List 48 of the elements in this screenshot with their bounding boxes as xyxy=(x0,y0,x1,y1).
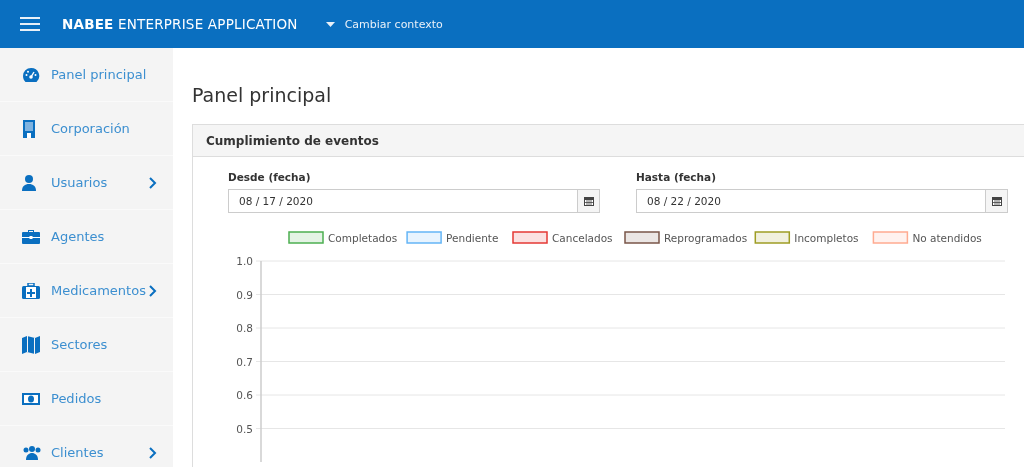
gauge-icon xyxy=(22,66,40,83)
sidebar-item[interactable]: Panel principal xyxy=(0,48,173,102)
banknote-icon xyxy=(22,392,40,405)
axis-tick-label: 0.9 xyxy=(236,288,253,301)
legend-label: No atendidos xyxy=(912,231,982,244)
axis-tick-label: 0.6 xyxy=(236,389,253,401)
map-icon xyxy=(22,335,40,354)
calendar-button[interactable] xyxy=(985,190,1007,212)
legend-label: Pendiente xyxy=(446,231,499,244)
sidebar-item[interactable]: Clientes xyxy=(0,426,173,467)
legend-label: Reprogramados xyxy=(664,231,748,244)
caret-icon xyxy=(325,21,335,27)
sidebar-item[interactable]: Agentes xyxy=(0,210,173,264)
legend-item[interactable]: Cancelados xyxy=(512,231,613,244)
sidebar-item[interactable]: Pedidos xyxy=(0,372,173,426)
axis-tick-label: 0.5 xyxy=(236,422,253,435)
legend-item[interactable]: Reprogramados xyxy=(624,231,748,244)
user-icon xyxy=(22,174,36,191)
axis-tick-label: 0.7 xyxy=(236,355,253,368)
legend-item[interactable]: Completados xyxy=(288,231,398,244)
legend-item[interactable]: No atendidos xyxy=(872,231,982,244)
page-title: Panel principal xyxy=(192,84,333,108)
briefcase-icon xyxy=(22,229,40,244)
sidebar-item[interactable]: Sectores xyxy=(0,318,173,372)
context-dropdown[interactable]: Cambiar contexto xyxy=(325,17,443,31)
building-icon xyxy=(22,119,36,138)
axis-tick-label: 0.8 xyxy=(236,322,253,334)
axis-tick-label: 1.0 xyxy=(236,255,253,267)
calendar-button[interactable] xyxy=(577,190,599,212)
calendar-icon xyxy=(583,196,594,206)
legend-label: Incompletos xyxy=(794,231,859,244)
users-icon xyxy=(22,445,42,460)
legend-item[interactable]: Incompletos xyxy=(754,231,859,244)
field-label: Desde (fecha) xyxy=(228,171,312,183)
date-field[interactable]: 08 / 17 / 2020 xyxy=(228,189,600,213)
date-field[interactable]: 08 / 22 / 2020 xyxy=(636,189,1008,213)
sidebar-item[interactable]: Medicamentos xyxy=(0,264,173,318)
medical-kit-icon xyxy=(22,282,40,299)
menu-button[interactable] xyxy=(20,17,40,31)
calendar-icon xyxy=(991,196,1002,206)
card-title: Cumplimiento de eventos xyxy=(206,133,379,148)
sidebar-item[interactable]: Corporación xyxy=(0,102,173,156)
field-label: Hasta (fecha) xyxy=(636,171,717,183)
app-title: NABEE ENTERPRISE APPLICATION xyxy=(62,16,298,32)
legend-item[interactable]: Pendiente xyxy=(406,231,499,244)
legend-label: Completados xyxy=(328,231,398,244)
sidebar-item[interactable]: Usuarios xyxy=(0,156,173,210)
legend-label: Cancelados xyxy=(552,231,613,244)
